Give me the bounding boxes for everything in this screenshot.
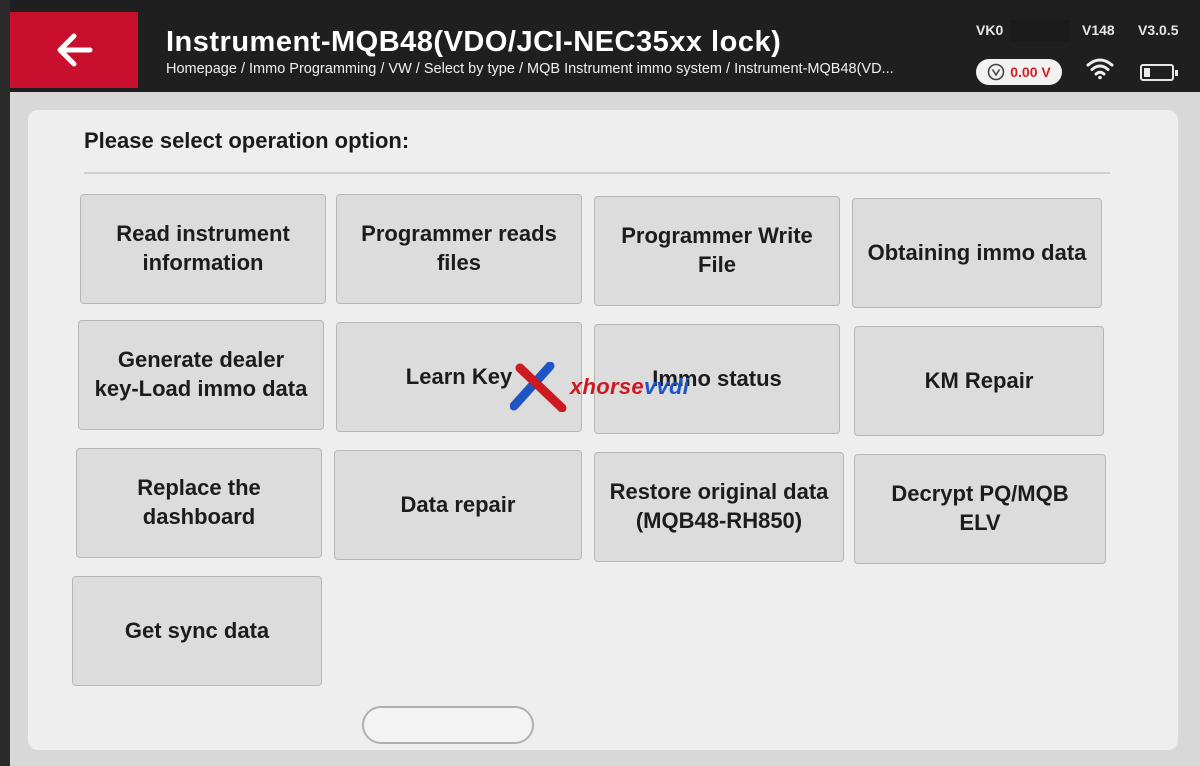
prompt-label: Please select operation option:: [84, 128, 410, 153]
main-panel: Please select operation option: Read ins…: [28, 110, 1178, 750]
programmer-write-file-button[interactable]: Programmer Write File: [594, 196, 840, 306]
xhorse-logo-icon: [510, 362, 567, 412]
version-label: V3.0.5: [1138, 22, 1179, 38]
voltage-value: 0.00 V: [1010, 64, 1051, 80]
read-instrument-info-button[interactable]: Read instrument information: [80, 194, 326, 304]
watermark-text: xhorsevvdi: [570, 374, 690, 399]
breadcrumb: Homepage / Immo Programming / VW / Selec…: [166, 61, 894, 77]
xhorse-watermark: xhorsevvdi: [510, 362, 689, 412]
programmer-reads-files-button[interactable]: Programmer reads files: [336, 194, 582, 304]
generate-dealer-key-button[interactable]: Generate dealer key-Load immo data: [78, 320, 324, 430]
wifi-icon: [1086, 58, 1114, 80]
battery-icon: [1140, 64, 1178, 81]
home-indicator[interactable]: [362, 706, 534, 744]
voltage-icon: [987, 63, 1005, 81]
v-label: V148: [1082, 22, 1115, 38]
get-sync-data-button[interactable]: Get sync data: [72, 576, 322, 686]
data-repair-button[interactable]: Data repair: [334, 450, 582, 560]
vk-value-mask: [1010, 20, 1070, 42]
back-arrow-icon: [57, 33, 93, 67]
km-repair-button[interactable]: KM Repair: [854, 326, 1104, 436]
header-bar: Instrument-MQB48(VDO/JCI-NEC35xx lock) H…: [10, 0, 1200, 92]
divider: [84, 172, 1110, 174]
device-screen: Instrument-MQB48(VDO/JCI-NEC35xx lock) H…: [10, 0, 1200, 766]
decrypt-pq-mqb-elv-button[interactable]: Decrypt PQ/MQB ELV: [854, 454, 1106, 564]
page-title: Instrument-MQB48(VDO/JCI-NEC35xx lock): [166, 26, 782, 58]
obtaining-immo-data-button[interactable]: Obtaining immo data: [852, 198, 1102, 308]
voltage-badge: 0.00 V: [976, 59, 1062, 85]
replace-dashboard-button[interactable]: Replace the dashboard: [76, 448, 322, 558]
restore-original-data-button[interactable]: Restore original data (MQB48-RH850): [594, 452, 844, 562]
vk-label: VK0: [976, 22, 1004, 38]
back-button[interactable]: [10, 12, 138, 88]
